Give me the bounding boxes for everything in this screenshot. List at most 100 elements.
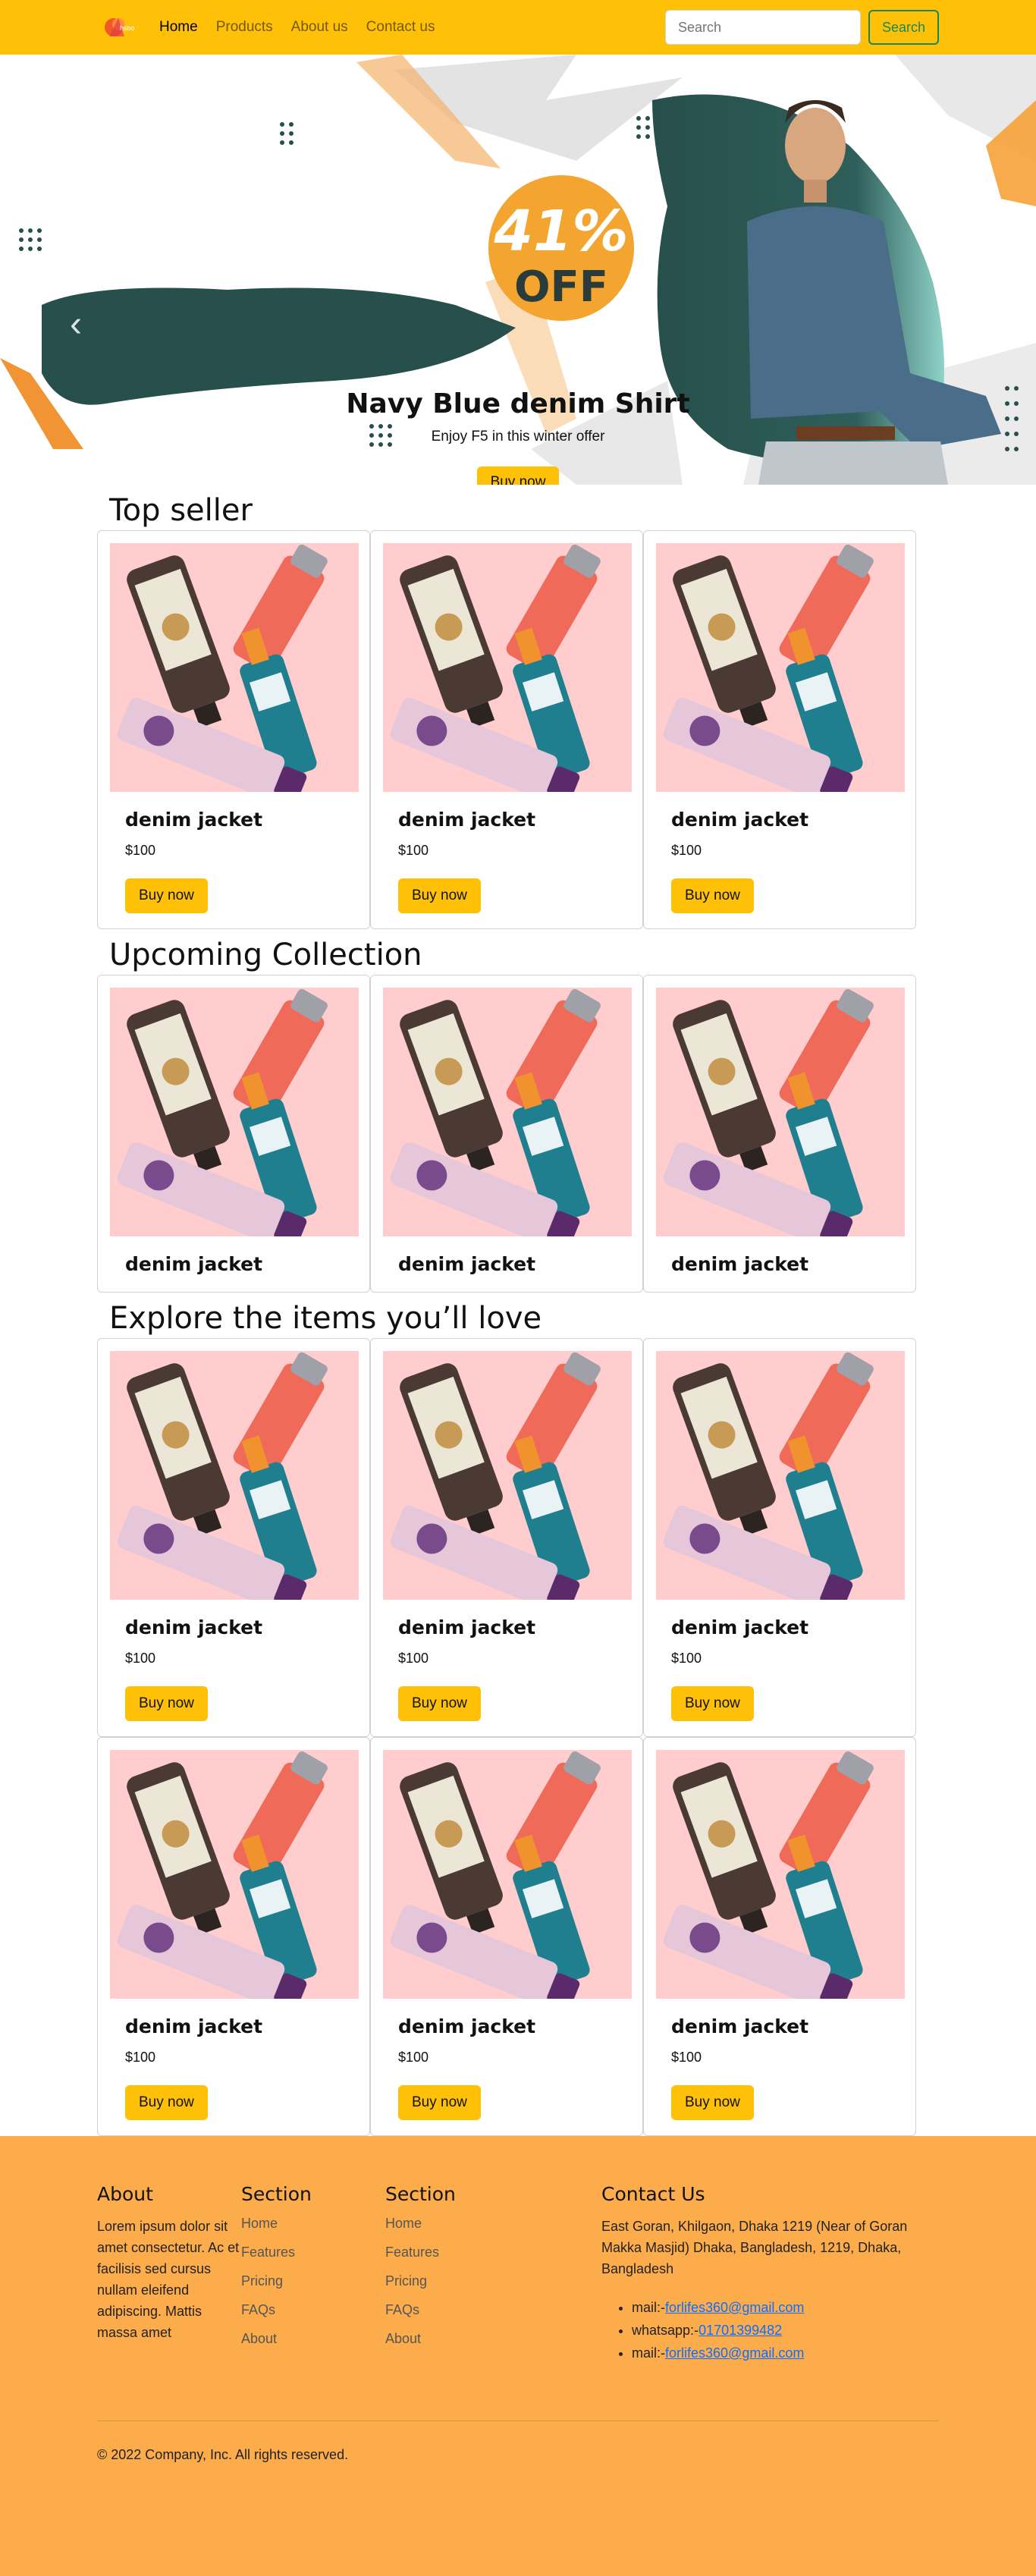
product-image[interactable]: [656, 1351, 905, 1600]
product-name: denim jacket: [125, 1253, 263, 1275]
chevron-right-icon: ›: [954, 303, 966, 344]
chevron-left-icon: ‹: [70, 303, 82, 344]
footer-contact: Contact Us East Goran, Khilgaon, Dhaka 1…: [601, 2183, 935, 2364]
product-card: denim jacket $100 Buy now: [370, 1737, 643, 2136]
footer-section-title: Section: [241, 2183, 312, 2205]
upcoming-collection-section: Upcoming Collection denim jacket denim j…: [97, 935, 939, 1293]
section-title: Upcoming Collection: [109, 938, 422, 972]
product-name: denim jacket: [398, 2015, 536, 2037]
contact-label: whatsapp:-: [632, 2323, 699, 2338]
footer-link-home[interactable]: Home: [385, 2216, 529, 2232]
product-image[interactable]: [383, 1351, 632, 1600]
product-price: $100: [671, 1651, 702, 1666]
hero-caption: Navy Blue denim Shirt Enjoy F5 in this w…: [0, 388, 1036, 485]
buy-now-button[interactable]: Buy now: [671, 2085, 754, 2120]
footer-link-features[interactable]: Features: [241, 2245, 385, 2260]
product-name: denim jacket: [125, 809, 263, 831]
top-seller-section: Top seller denim jacket $100 Buy now den…: [97, 491, 939, 929]
footer-link-about[interactable]: About: [385, 2331, 529, 2347]
footer-contact-title: Contact Us: [601, 2183, 705, 2205]
footer-about-title: About: [97, 2183, 153, 2205]
search-form: Search: [664, 10, 939, 45]
footer-link-home[interactable]: Home: [241, 2216, 385, 2232]
footer-columns: About Lorem ipsum dolor sit amet consect…: [97, 2183, 939, 2364]
contact-email-link[interactable]: forlifes360@gmail.com: [665, 2300, 804, 2315]
nav-links: Home Products About us Contact us: [159, 19, 665, 36]
buy-now-button[interactable]: Buy now: [398, 2085, 481, 2120]
contact-whatsapp-link[interactable]: 01701399482: [699, 2323, 782, 2338]
product-name: denim jacket: [125, 1616, 263, 1638]
hero-title: Navy Blue denim Shirt: [346, 388, 690, 419]
footer-section-1: Section Home Features Pricing FAQs About: [241, 2183, 385, 2364]
product-card: denim jacket $100 Buy now: [643, 530, 916, 929]
footer-link-features[interactable]: Features: [385, 2245, 529, 2260]
section-title: Explore the items you’ll love: [109, 1301, 542, 1336]
contact-label: mail:-: [632, 2345, 665, 2361]
buy-now-button[interactable]: Buy now: [398, 1686, 481, 1721]
nav-link-about[interactable]: About us: [291, 19, 348, 36]
contact-item: mail:-forlifes360@gmail.com: [632, 2342, 935, 2364]
footer-link-faqs[interactable]: FAQs: [385, 2302, 529, 2318]
carousel-next-button[interactable]: ›: [945, 303, 975, 344]
product-image[interactable]: [110, 543, 359, 792]
badge-percent: 41%: [493, 199, 628, 264]
product-grid: denim jacket $100 Buy now denim jacket $…: [97, 1338, 916, 1737]
nav-link-home[interactable]: Home: [159, 19, 198, 36]
product-image[interactable]: [110, 1351, 359, 1600]
footer-link-faqs[interactable]: FAQs: [241, 2302, 385, 2318]
footer-section-title: Section: [385, 2183, 456, 2205]
footer-section-2: Section Home Features Pricing FAQs About: [385, 2183, 529, 2364]
product-price: $100: [671, 2050, 702, 2065]
product-name: denim jacket: [398, 1253, 536, 1275]
brand-logo[interactable]: hsbo: [97, 12, 141, 42]
hero-carousel: 41% OFF ‹ › Navy Blue denim Shirt Enjoy …: [0, 55, 1036, 485]
buy-now-button[interactable]: Buy now: [125, 1686, 208, 1721]
product-card: denim jacket: [97, 975, 370, 1293]
buy-now-button[interactable]: Buy now: [398, 878, 481, 913]
product-image[interactable]: [656, 543, 905, 792]
product-card: denim jacket $100 Buy now: [97, 1737, 370, 2136]
copyright: © 2022 Company, Inc. All rights reserved…: [97, 2447, 349, 2462]
product-name: denim jacket: [671, 1253, 809, 1275]
product-price: $100: [398, 843, 429, 858]
buy-now-button[interactable]: Buy now: [125, 878, 208, 913]
product-image[interactable]: [110, 988, 359, 1236]
buy-now-button[interactable]: Buy now: [671, 1686, 754, 1721]
product-grid: denim jacket denim jacket denim jacket: [97, 975, 916, 1293]
buy-now-button[interactable]: Buy now: [125, 2085, 208, 2120]
product-image[interactable]: [110, 1750, 359, 1999]
product-name: denim jacket: [671, 1616, 809, 1638]
product-image[interactable]: [383, 543, 632, 792]
hero-subtitle: Enjoy F5 in this winter offer: [431, 429, 605, 445]
product-name: denim jacket: [398, 1616, 536, 1638]
product-grid: denim jacket $100 Buy now denim jacket $…: [97, 530, 916, 929]
contact-label: mail:-: [632, 2300, 665, 2315]
product-name: denim jacket: [671, 2015, 809, 2037]
product-image[interactable]: [383, 988, 632, 1236]
search-button[interactable]: Search: [868, 10, 939, 45]
hero-buy-button[interactable]: Buy now: [476, 467, 560, 485]
footer-link-pricing[interactable]: Pricing: [385, 2273, 529, 2289]
footer-link-pricing[interactable]: Pricing: [241, 2273, 385, 2289]
footer-about-text: Lorem ipsum dolor sit amet consectetur. …: [97, 2219, 240, 2340]
product-card: denim jacket $100 Buy now: [97, 1338, 370, 1737]
product-card: denim jacket $100 Buy now: [643, 1338, 916, 1737]
nav-link-contact[interactable]: Contact us: [366, 19, 435, 36]
badge-off: OFF: [514, 262, 608, 312]
buy-now-button[interactable]: Buy now: [671, 878, 754, 913]
product-card: denim jacket: [643, 975, 916, 1293]
product-image[interactable]: [656, 988, 905, 1236]
product-price: $100: [398, 1651, 429, 1666]
contact-email-link[interactable]: forlifes360@gmail.com: [665, 2345, 804, 2361]
search-input[interactable]: [664, 10, 861, 45]
product-card: denim jacket $100 Buy now: [370, 530, 643, 929]
footer-link-about[interactable]: About: [241, 2331, 385, 2347]
section-title: Top seller: [109, 493, 253, 528]
product-card: denim jacket $100 Buy now: [370, 1338, 643, 1737]
carousel-prev-button[interactable]: ‹: [61, 303, 91, 344]
product-image[interactable]: [656, 1750, 905, 1999]
product-price: $100: [398, 2050, 429, 2065]
product-name: denim jacket: [398, 809, 536, 831]
product-image[interactable]: [383, 1750, 632, 1999]
nav-link-products[interactable]: Products: [216, 19, 273, 36]
